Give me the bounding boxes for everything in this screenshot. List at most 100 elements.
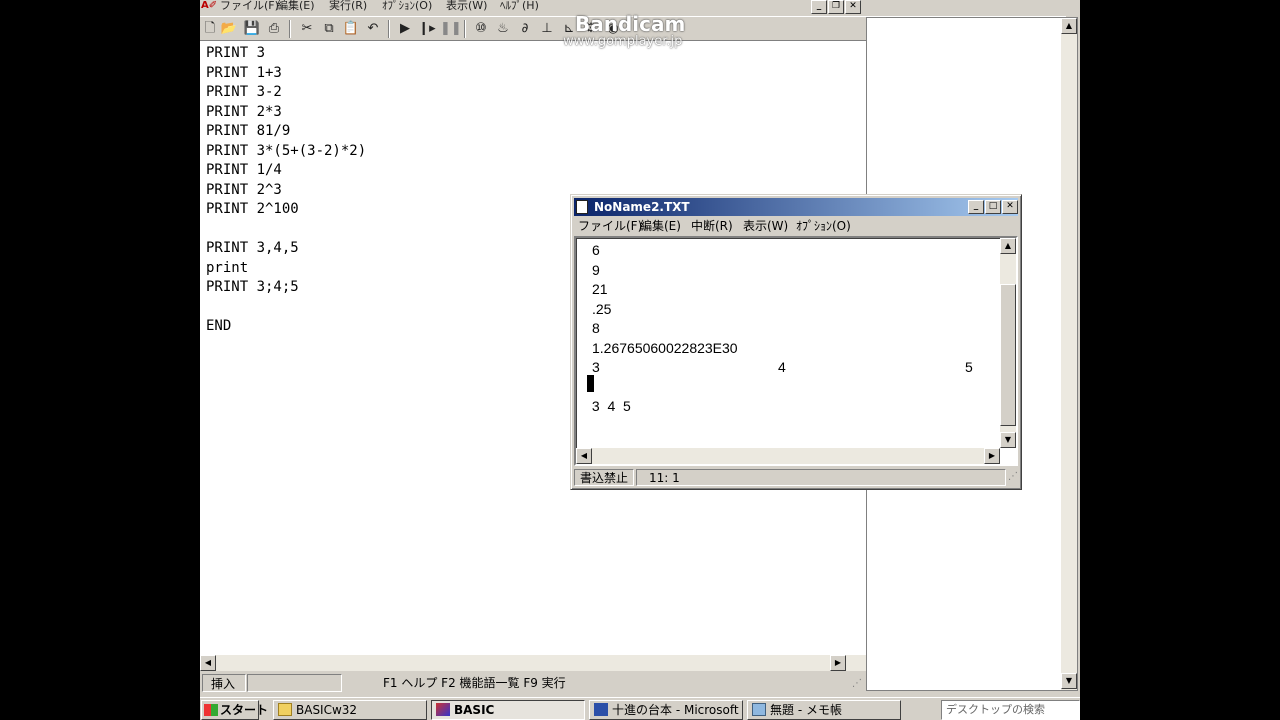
- step-icon[interactable]: ❙▸: [418, 20, 436, 38]
- menu-view[interactable]: 表示(W): [743, 218, 788, 234]
- menu-view[interactable]: 表示(W): [446, 0, 487, 14]
- menu-file[interactable]: ファイル(F): [220, 0, 279, 14]
- task-label: BASIC: [454, 703, 495, 717]
- menu-run[interactable]: 実行(R): [329, 0, 367, 14]
- decimal-mode-icon[interactable]: ⑩: [472, 20, 490, 38]
- save-icon[interactable]: 💾: [243, 20, 261, 38]
- run-icon[interactable]: ▶: [396, 20, 414, 38]
- close-icon[interactable]: ✕: [845, 0, 861, 14]
- code-line: PRINT 3-2: [206, 84, 282, 100]
- folder-icon: [278, 703, 292, 716]
- maximize-icon[interactable]: □: [985, 200, 1001, 214]
- basic-app-icon: [436, 703, 450, 716]
- output-text-area[interactable]: 6 9 21 .25 8 1.26765060022823E30 3 4 5 3…: [574, 236, 1018, 466]
- task-label: 無題 - メモ帳: [770, 703, 842, 717]
- code-line: END: [206, 318, 232, 334]
- output-line: 21: [592, 281, 608, 297]
- start-label: スタート: [220, 703, 269, 717]
- menu-break[interactable]: 中断(R): [691, 218, 733, 234]
- cut-icon[interactable]: ✂: [298, 20, 316, 38]
- status-empty-cell: [247, 674, 342, 692]
- task-label: 十進の台本 - Microsoft ...: [612, 703, 743, 717]
- restore-icon[interactable]: ❐: [828, 0, 844, 14]
- code-line: PRINT 2^3: [206, 181, 282, 198]
- output-zone-value: 5: [965, 359, 973, 375]
- taskbar: スタート BASICw32 BASIC 十進の台本 - Microsoft ..…: [200, 697, 1080, 720]
- output-lines: 6 9 21 .25 8 1.26765060022823E30 3 4 5 3…: [592, 241, 973, 417]
- menu-help[interactable]: ﾍﾙﾌﾟ(H): [500, 0, 539, 14]
- complex-mode-icon[interactable]: ∂: [516, 20, 534, 38]
- output-line: 6: [592, 242, 600, 258]
- start-button[interactable]: スタート: [201, 700, 268, 720]
- task-word-document[interactable]: 十進の台本 - Microsoft ...: [589, 700, 743, 720]
- scroll-thumb[interactable]: [1000, 284, 1016, 426]
- paste-icon[interactable]: 📋: [342, 20, 360, 38]
- output-statusbar: 書込禁止 11: 1 ⋰: [574, 467, 1018, 487]
- code-line: PRINT 1+3: [206, 64, 282, 81]
- right-pane-scrollbar[interactable]: ▲ ▼: [1061, 18, 1077, 690]
- output-menubar: ファイル(F) 編集(E) 中断(R) 表示(W) ｵﾌﾟｼｮﾝ(O): [574, 216, 1018, 235]
- function-key-help: F1 ヘルプ F2 機能語一覧 F9 実行: [383, 676, 566, 690]
- menu-edit[interactable]: 編集(E): [277, 0, 315, 14]
- minimize-icon[interactable]: _: [968, 200, 984, 214]
- text-cursor: [587, 375, 594, 392]
- trace-icon[interactable]: ⚙: [582, 20, 600, 38]
- precision-mode-icon[interactable]: ♨: [494, 20, 512, 38]
- basic-app-icon[interactable]: A✐: [201, 0, 217, 14]
- menu-options[interactable]: ｵﾌﾟｼｮﾝ(O): [382, 0, 432, 14]
- menu-file[interactable]: ファイル(F): [578, 218, 642, 234]
- task-label: BASICw32: [296, 703, 358, 717]
- copy-icon[interactable]: ⧉: [320, 20, 338, 38]
- code-line: PRINT 2^100: [206, 201, 299, 217]
- output-window: NoName2.TXT _ □ ✕ ファイル(F) 編集(E) 中断(R) 表示…: [570, 194, 1022, 490]
- main-window-controls: _ ❐ ✕: [811, 0, 861, 14]
- output-line: 9: [592, 261, 600, 278]
- output-window-controls: _ □ ✕: [968, 200, 1018, 214]
- menu-options[interactable]: ｵﾌﾟｼｮﾝ(O): [796, 218, 851, 234]
- output-titlebar[interactable]: NoName2.TXT _ □ ✕: [574, 198, 1018, 216]
- resize-grip-icon[interactable]: ⋰: [1008, 471, 1018, 482]
- notepad-icon: [752, 703, 766, 716]
- toolbar-separator: [388, 20, 390, 38]
- output-blank-line: [592, 378, 738, 398]
- output-line: 1.26765060022823E30: [592, 339, 738, 356]
- minimize-icon[interactable]: _: [811, 0, 827, 14]
- break-icon[interactable]: ◉: [604, 20, 622, 38]
- scroll-left-icon[interactable]: ◀: [200, 655, 216, 671]
- output-horizontal-scrollbar[interactable]: ◀ ▶: [576, 448, 1000, 464]
- output-semicolon-line: 3 4 5: [588, 398, 631, 414]
- scroll-down-icon[interactable]: ▼: [1061, 673, 1077, 689]
- angle-mode-icon[interactable]: ⊾: [560, 20, 578, 38]
- scroll-up-icon[interactable]: ▲: [1000, 238, 1016, 254]
- readonly-indicator: 書込禁止: [574, 469, 634, 486]
- scroll-up-icon[interactable]: ▲: [1061, 18, 1077, 34]
- scroll-right-icon[interactable]: ▶: [984, 448, 1000, 464]
- open-folder-icon[interactable]: 📂: [220, 20, 238, 38]
- output-zone-value: 4: [778, 359, 786, 375]
- cursor-position: 11: 1: [636, 469, 1006, 486]
- menu-edit[interactable]: 編集(E): [640, 218, 681, 234]
- task-basic[interactable]: BASIC: [431, 700, 585, 720]
- task-basicw32[interactable]: BASICw32: [273, 700, 427, 720]
- output-vertical-scrollbar[interactable]: ▲ ▼: [1000, 238, 1016, 448]
- new-file-icon[interactable]: 🗋: [201, 20, 219, 38]
- print-icon[interactable]: ⎙: [265, 20, 283, 38]
- toolbar-separator: [464, 20, 466, 38]
- rational-mode-icon[interactable]: ⊥: [538, 20, 556, 38]
- output-line: .25: [592, 300, 612, 317]
- pause-icon[interactable]: ❚❚: [440, 20, 462, 38]
- code-line: PRINT 1/4: [206, 162, 282, 178]
- scroll-right-icon[interactable]: ▶: [830, 655, 846, 671]
- desktop-search-field[interactable]: デスクトップの検索: [941, 700, 1080, 720]
- undo-icon[interactable]: ↶: [364, 20, 382, 38]
- output-line: 8: [592, 320, 600, 336]
- resize-grip-icon[interactable]: ⋰: [852, 678, 862, 689]
- text-document-icon: [576, 200, 588, 214]
- scroll-down-icon[interactable]: ▼: [1000, 432, 1016, 448]
- code-line: PRINT 3: [206, 45, 266, 61]
- close-icon[interactable]: ✕: [1002, 200, 1018, 214]
- task-notepad[interactable]: 無題 - メモ帳: [747, 700, 901, 720]
- scroll-left-icon[interactable]: ◀: [576, 448, 592, 464]
